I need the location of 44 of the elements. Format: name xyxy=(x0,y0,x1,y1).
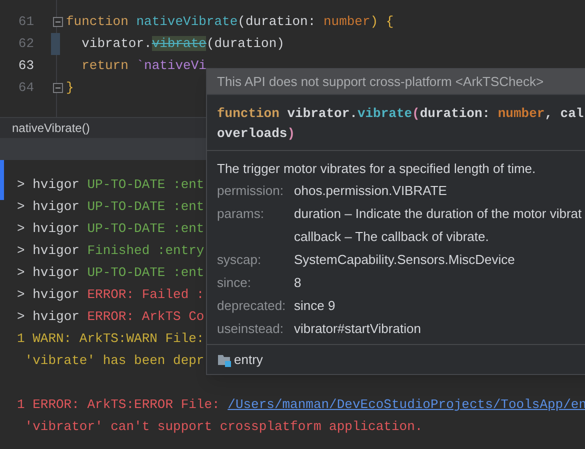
scroll-marker xyxy=(0,160,4,200)
console-line: 1 WARN: ArkTS:WARN File: xyxy=(17,330,204,348)
doc-label: useinstead: xyxy=(217,320,284,338)
doc-label: params: xyxy=(217,205,265,223)
doc-label: since: xyxy=(217,274,252,292)
doc-value: callback – The callback of vibrate. xyxy=(294,228,490,246)
code-line: vibrator.vibrate(duration) xyxy=(80,35,284,54)
file-link[interactable]: /Users/manman/DevEcoStudioProjects/ToolsApp/en xyxy=(228,397,585,412)
breadcrumb-item[interactable]: nativeVibrate() xyxy=(12,119,90,137)
console-line: > hvigor ERROR: ArkTS Co xyxy=(17,308,204,326)
code-line: function nativeVibrate(duration: number) { xyxy=(66,13,394,32)
doc-value: since 9 xyxy=(294,297,336,315)
module-folder-icon xyxy=(217,352,231,366)
console-line: 'vibrate' has been depr xyxy=(24,352,204,370)
line-number: 61 xyxy=(17,13,34,32)
doc-label: syscap: xyxy=(217,251,262,269)
doc-value: ohos.permission.VIBRATE xyxy=(294,182,447,200)
fold-icon[interactable] xyxy=(53,17,63,27)
console-line: > hvigor UP-TO-DATE :ent xyxy=(17,220,204,238)
line-number: 64 xyxy=(17,79,34,98)
fold-icon[interactable] xyxy=(53,83,63,93)
console-line: > hvigor UP-TO-DATE :ent xyxy=(17,176,204,194)
doc-label: deprecated: xyxy=(217,297,287,315)
doc-label: permission: xyxy=(217,182,284,200)
line-number: 63 xyxy=(17,57,34,76)
code-line: return `nativeVi xyxy=(80,57,206,76)
console-line: > hvigor Finished :entry xyxy=(17,242,204,260)
doc-value: 8 xyxy=(294,274,302,292)
doc-value: vibrator#startVibration xyxy=(294,320,421,338)
change-marker[interactable] xyxy=(51,33,60,55)
signature-line: overloads) xyxy=(217,125,296,143)
doc-value: duration – Indicate the duration of the motor vibrat xyxy=(294,205,582,223)
signature-line: function vibrator.vibrate(duration: number, cal xyxy=(217,105,585,123)
module-name: entry xyxy=(234,350,263,369)
code-line: } xyxy=(66,79,74,98)
line-number: 62 xyxy=(17,35,34,54)
console-line: 'vibrator' can't support crossplatform application. xyxy=(24,418,423,436)
console-line: 1 ERROR: ArkTS:ERROR File: /Users/manman/DevEcoStudioProjects/ToolsApp/en xyxy=(17,396,585,414)
console-line: > hvigor ERROR: Failed : xyxy=(17,286,204,304)
warning-text: This API does not support cross-platform <ArkTSCheck> xyxy=(217,72,544,91)
doc-value: SystemCapability.Sensors.MiscDevice xyxy=(294,251,515,269)
description-text: The trigger motor vibrates for a specified length of time. xyxy=(217,160,537,178)
console-line: > hvigor UP-TO-DATE :ent xyxy=(17,264,204,282)
console-line: > hvigor UP-TO-DATE :ent xyxy=(17,198,204,216)
